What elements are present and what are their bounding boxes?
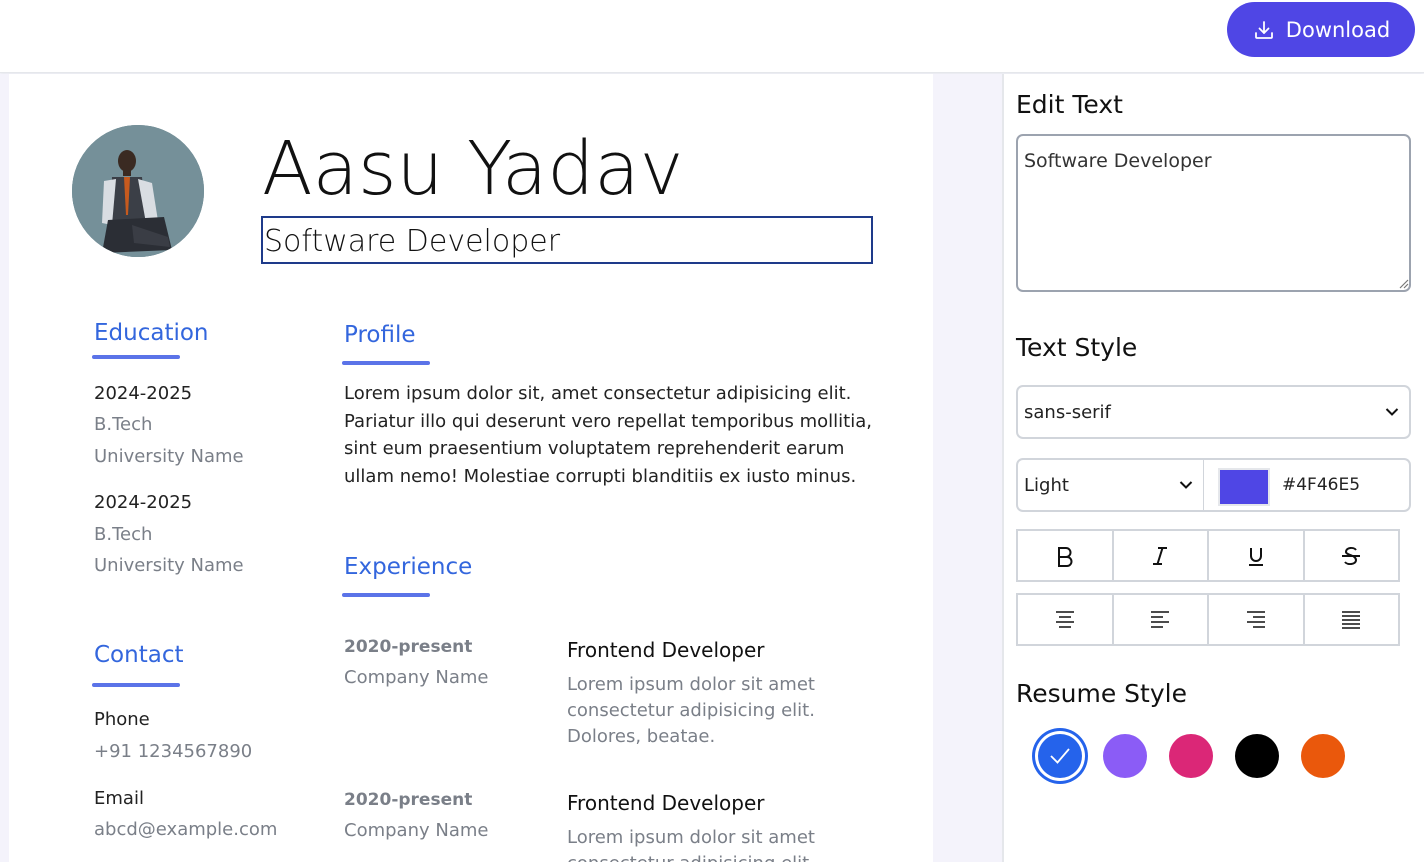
font-family-select[interactable]: sans-serif	[1016, 385, 1411, 439]
phone-label[interactable]: Phone	[94, 709, 150, 730]
font-weight-select[interactable]: Light	[1016, 458, 1205, 512]
education-year[interactable]: 2024-2025	[94, 492, 192, 513]
experience-description[interactable]: Lorem ipsum dolor sit amet consectetur a…	[567, 672, 887, 750]
profile-text[interactable]: Lorem ipsum dolor sit, amet consectetur …	[344, 380, 874, 490]
top-bar: Download	[0, 0, 1424, 73]
experience-role[interactable]: Frontend Developer	[567, 638, 764, 662]
theme-color-pink[interactable]	[1169, 734, 1213, 778]
download-label: Download	[1285, 17, 1391, 42]
person-photo-icon	[72, 125, 204, 257]
align-justify-button[interactable]	[1305, 595, 1399, 644]
chevron-down-icon	[1179, 481, 1193, 489]
experience-company[interactable]: Company Name	[344, 667, 488, 688]
align-left-icon	[1151, 610, 1170, 628]
underline-button[interactable]	[1209, 531, 1305, 580]
education-heading[interactable]: Education	[94, 320, 209, 346]
experience-heading[interactable]: Experience	[344, 554, 472, 580]
format-button-group	[1016, 529, 1400, 582]
check-icon	[1050, 748, 1070, 764]
text-style-heading: Text Style	[1016, 333, 1138, 362]
underline-icon	[1248, 547, 1263, 566]
bold-button[interactable]	[1018, 531, 1114, 580]
experience-role[interactable]: Frontend Developer	[567, 791, 764, 815]
experience-date[interactable]: 2020-present	[344, 637, 472, 657]
strikethrough-icon	[1342, 546, 1361, 565]
experience-date[interactable]: 2020-present	[344, 790, 472, 810]
color-picker[interactable]: #4F46E5	[1204, 458, 1411, 512]
education-degree[interactable]: B.Tech	[94, 414, 152, 435]
align-button-group	[1016, 593, 1400, 646]
font-family-value: sans-serif	[1024, 401, 1111, 423]
profile-heading[interactable]: Profile	[344, 322, 416, 348]
italic-icon	[1153, 546, 1168, 565]
align-center-button[interactable]	[1018, 595, 1114, 644]
align-right-icon	[1246, 610, 1265, 628]
edit-text-textarea[interactable]: Software Developer	[1016, 134, 1411, 292]
download-button[interactable]: Download	[1227, 2, 1415, 57]
align-justify-icon	[1342, 610, 1361, 629]
education-school[interactable]: University Name	[94, 446, 244, 467]
align-right-button[interactable]	[1209, 595, 1305, 644]
color-hex-value[interactable]: #4F46E5	[1282, 475, 1360, 495]
align-left-button[interactable]	[1114, 595, 1209, 644]
experience-underline	[342, 593, 430, 597]
education-school[interactable]: University Name	[94, 555, 244, 576]
align-center-icon	[1055, 610, 1074, 628]
strikethrough-button[interactable]	[1305, 531, 1399, 580]
experience-company[interactable]: Company Name	[344, 820, 488, 841]
phone-value[interactable]: +91 1234567890	[94, 741, 252, 762]
contact-underline	[92, 683, 180, 687]
profile-underline	[342, 361, 430, 365]
resume-title-selected[interactable]: Software Developer	[261, 216, 873, 264]
profile-photo[interactable]	[72, 125, 204, 257]
experience-description[interactable]: Lorem ipsum dolor sit amet consectetur a…	[567, 825, 887, 862]
bold-icon	[1057, 546, 1073, 567]
email-label[interactable]: Email	[94, 788, 144, 809]
theme-color-black[interactable]	[1235, 734, 1279, 778]
chevron-down-icon	[1385, 408, 1399, 416]
resize-grip-icon[interactable]	[1397, 277, 1409, 289]
resume-page: Aasu Yadav Software Developer Education …	[9, 74, 933, 862]
theme-color-orange[interactable]	[1301, 734, 1345, 778]
resume-style-heading: Resume Style	[1016, 679, 1187, 708]
education-year[interactable]: 2024-2025	[94, 383, 192, 404]
resume-name[interactable]: Aasu Yadav	[262, 124, 683, 214]
style-panel: Edit Text Software Developer Text Style …	[1002, 74, 1424, 862]
contact-heading[interactable]: Contact	[94, 642, 183, 668]
education-degree[interactable]: B.Tech	[94, 524, 152, 545]
download-icon	[1254, 20, 1273, 39]
education-underline	[92, 355, 180, 359]
email-value[interactable]: abcd@example.com	[94, 819, 277, 840]
edit-text-heading: Edit Text	[1016, 90, 1123, 119]
color-swatch[interactable]	[1218, 468, 1270, 506]
italic-button[interactable]	[1114, 531, 1209, 580]
font-weight-value: Light	[1024, 474, 1069, 496]
theme-color-blue[interactable]	[1038, 734, 1082, 778]
theme-color-purple[interactable]	[1103, 734, 1147, 778]
